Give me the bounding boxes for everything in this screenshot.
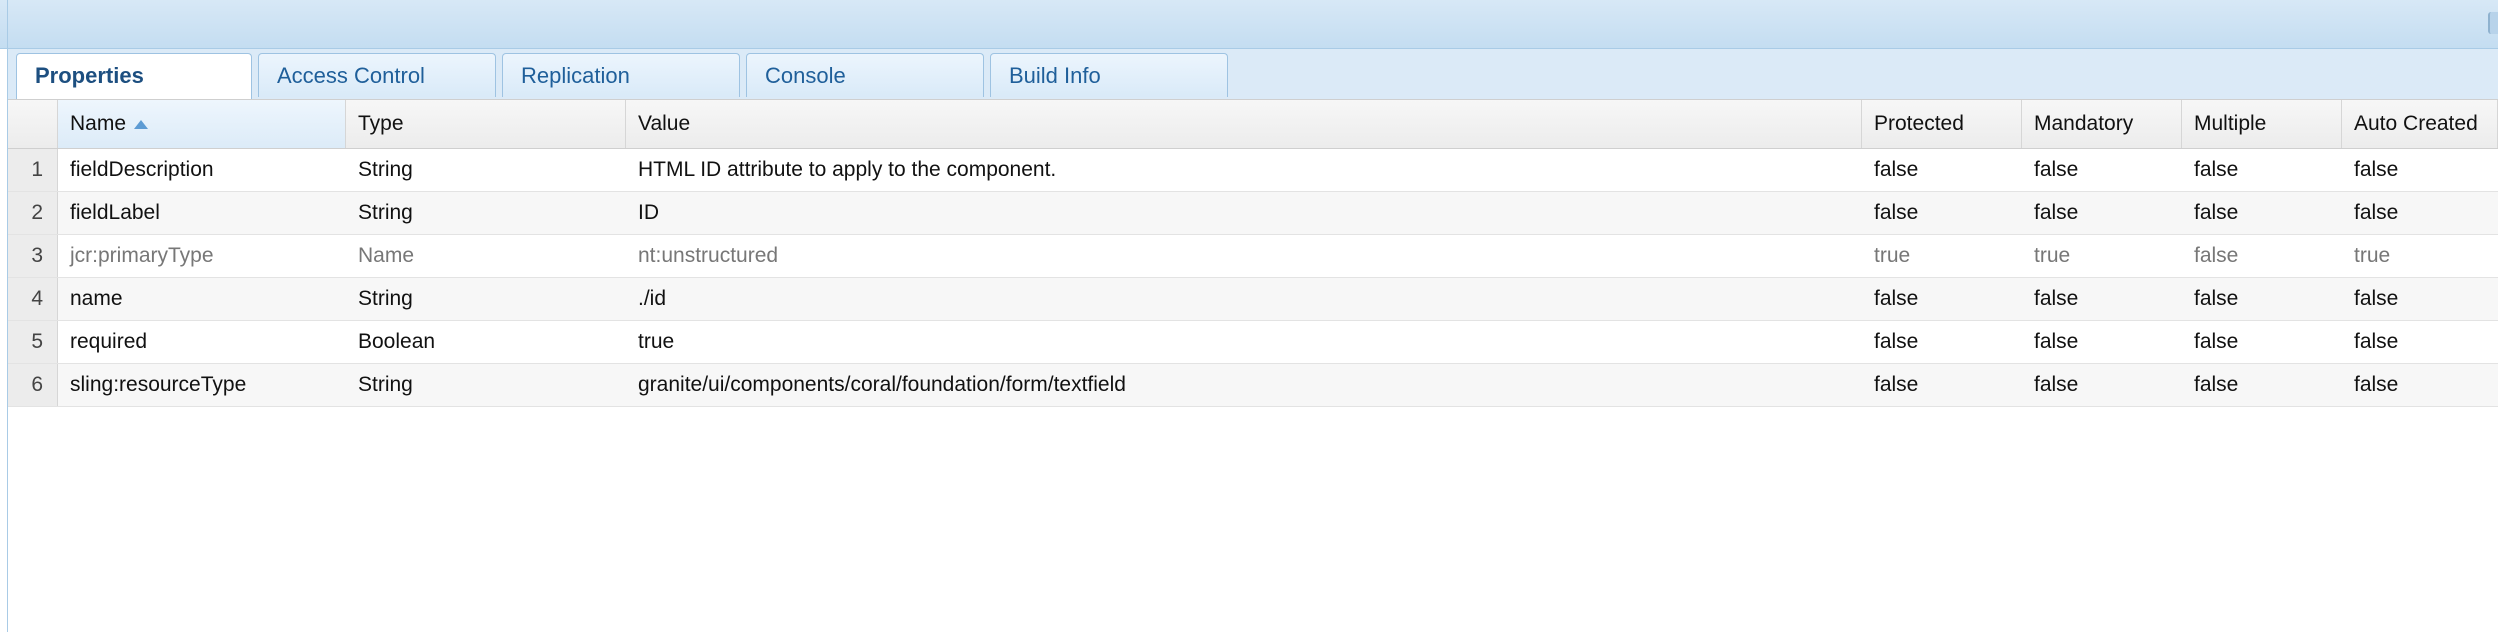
cell-value[interactable]: true [626, 321, 1862, 363]
table-row[interactable]: 2 fieldLabel String ID false false false… [8, 192, 2498, 235]
cell-auto-created: false [2354, 201, 2399, 224]
cell-type[interactable]: String [346, 278, 626, 320]
cell-type[interactable]: String [346, 192, 626, 234]
cell-auto-created: false [2354, 158, 2399, 181]
cell-mandatory: false [2034, 330, 2079, 353]
row-number: 1 [8, 149, 58, 191]
cell-auto-created: true [2354, 244, 2391, 267]
cell-auto-created: false [2354, 373, 2399, 396]
properties-table: Name Type Value Protected Mandatory Mult… [8, 99, 2498, 407]
table-row[interactable]: 1 fieldDescription String HTML ID attrib… [8, 149, 2498, 192]
cell-value[interactable]: ./id [626, 278, 1862, 320]
column-header-auto-created[interactable]: Auto Created [2342, 100, 2498, 148]
cell-protected: false [1874, 287, 1919, 310]
table-row[interactable]: 6 sling:resourceType String granite/ui/c… [8, 364, 2498, 407]
cell-multiple: false [2194, 373, 2239, 396]
sort-ascending-icon [134, 119, 149, 129]
column-header-mandatory[interactable]: Mandatory [2022, 100, 2182, 148]
cell-value[interactable]: HTML ID attribute to apply to the compon… [626, 149, 1862, 191]
row-number: 4 [8, 278, 58, 320]
cell-name[interactable]: required [58, 321, 346, 363]
cell-multiple: false [2194, 201, 2239, 224]
cell-value[interactable]: granite/ui/components/coral/foundation/f… [626, 364, 1862, 406]
cell-protected: false [1874, 373, 1919, 396]
cell-type[interactable]: Boolean [346, 321, 626, 363]
column-header-name[interactable]: Name [58, 100, 346, 148]
cell-multiple: false [2194, 287, 2239, 310]
top-toolbar [0, 0, 2498, 49]
cell-protected: false [1874, 330, 1919, 353]
table-row[interactable]: 3 jcr:primaryType Name nt:unstructured t… [8, 235, 2498, 278]
cell-protected: true [1874, 244, 1911, 267]
cell-multiple: false [2194, 158, 2239, 181]
cell-mandatory: true [2034, 244, 2071, 267]
cell-value[interactable]: nt:unstructured [626, 235, 1862, 277]
cell-name[interactable]: fieldDescription [58, 149, 346, 191]
cell-protected: false [1874, 201, 1919, 224]
row-number: 5 [8, 321, 58, 363]
column-header-protected[interactable]: Protected [1862, 100, 2022, 148]
table-row[interactable]: 5 required Boolean true false false fals… [8, 321, 2498, 364]
row-number: 3 [8, 235, 58, 277]
cell-auto-created: false [2354, 287, 2399, 310]
table-row[interactable]: 4 name String ./id false false false fal… [8, 278, 2498, 321]
tab-properties[interactable]: Properties [16, 53, 252, 99]
column-header-value[interactable]: Value [626, 100, 1862, 148]
cell-protected: false [1874, 158, 1919, 181]
column-header-multiple[interactable]: Multiple [2182, 100, 2342, 148]
panel-resize-handle[interactable] [2488, 12, 2498, 34]
tab-replication[interactable]: Replication [502, 53, 740, 97]
tab-console[interactable]: Console [746, 53, 984, 97]
cell-value[interactable]: ID [626, 192, 1862, 234]
tab-access-control[interactable]: Access Control [258, 53, 496, 97]
cell-multiple: false [2194, 244, 2239, 267]
cell-mandatory: false [2034, 158, 2079, 181]
cell-mandatory: false [2034, 373, 2079, 396]
row-number: 2 [8, 192, 58, 234]
cell-type[interactable]: Name [346, 235, 626, 277]
tab-build-info[interactable]: Build Info [990, 53, 1228, 97]
table-header: Name Type Value Protected Mandatory Mult… [8, 99, 2498, 149]
cell-name[interactable]: fieldLabel [58, 192, 346, 234]
cell-name[interactable]: sling:resourceType [58, 364, 346, 406]
cell-mandatory: false [2034, 287, 2079, 310]
column-header-label: Name [70, 112, 127, 135]
cell-auto-created: false [2354, 330, 2399, 353]
row-number-header [8, 100, 58, 148]
cell-type[interactable]: String [346, 149, 626, 191]
cell-multiple: false [2194, 330, 2239, 353]
cell-name[interactable]: jcr:primaryType [58, 235, 346, 277]
cell-mandatory: false [2034, 201, 2079, 224]
row-number: 6 [8, 364, 58, 406]
cell-type[interactable]: String [346, 364, 626, 406]
cell-name[interactable]: name [58, 278, 346, 320]
column-header-type[interactable]: Type [346, 100, 626, 148]
